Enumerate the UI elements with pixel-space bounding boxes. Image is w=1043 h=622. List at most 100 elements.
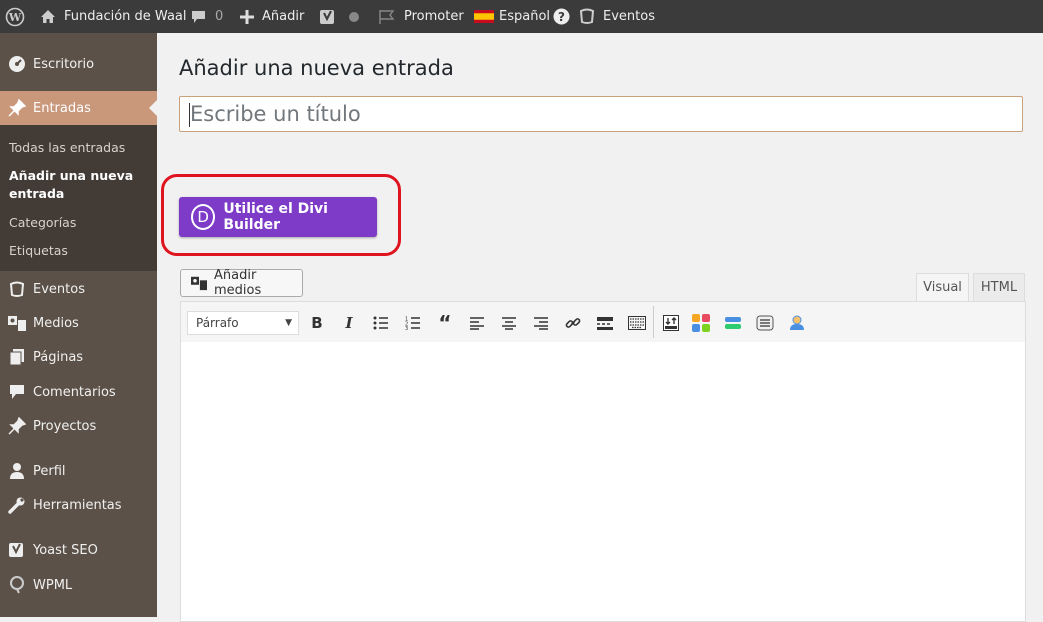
format-select[interactable]: Párrafo ▼ xyxy=(187,311,299,335)
chevron-down-icon: ▼ xyxy=(285,318,292,328)
list-icon[interactable] xyxy=(755,313,775,333)
sidebar-item-label: Escritorio xyxy=(33,56,95,72)
promoter-link[interactable]: Promoter xyxy=(378,0,464,33)
sidebar-item-label: Yoast SEO xyxy=(33,542,98,558)
pin-icon xyxy=(7,98,27,118)
wrench-icon xyxy=(7,495,27,515)
pin-icon xyxy=(7,416,27,436)
post-title-field[interactable] xyxy=(179,96,1023,132)
promoter-label: Promoter xyxy=(404,9,464,24)
sidebar-item-label: Comentarios xyxy=(33,384,116,400)
divi-builder-button[interactable]: D Utilice el Divi Builder xyxy=(179,197,377,237)
bold-icon[interactable]: B xyxy=(307,313,327,333)
link-icon[interactable] xyxy=(563,313,583,333)
align-center-icon[interactable] xyxy=(499,313,519,333)
media-icon xyxy=(190,275,208,291)
sidebar-item-proyectos[interactable]: Proyectos xyxy=(0,409,157,443)
divi-logo-icon: D xyxy=(191,204,216,230)
modules-icon[interactable] xyxy=(691,313,711,333)
plus-icon xyxy=(240,9,254,24)
svg-text:3: 3 xyxy=(405,326,408,330)
add-media-button[interactable]: Añadir medios xyxy=(180,268,303,298)
wordpress-icon[interactable]: W xyxy=(5,0,25,33)
user-icon xyxy=(7,461,27,481)
editor-content-area[interactable] xyxy=(180,342,1026,622)
spain-flag-icon xyxy=(474,10,494,23)
language-switcher[interactable]: Español ? xyxy=(474,0,570,33)
events-icon xyxy=(7,279,27,299)
events-link[interactable]: Eventos xyxy=(578,0,655,33)
bullet-list-icon[interactable] xyxy=(371,313,391,333)
sidebar-item-comentarios[interactable]: Comentarios xyxy=(0,375,157,409)
submenu-item-anadir[interactable]: Añadir una nueva entrada xyxy=(9,167,139,203)
submenu-item-etiquetas[interactable]: Etiquetas xyxy=(9,242,68,260)
comments-count: 0 xyxy=(215,9,224,24)
editor-toolbar: Párrafo ▼ B I 123 “ xyxy=(180,301,1026,343)
tab-visual[interactable]: Visual xyxy=(916,273,969,302)
sidebar-item-wpml[interactable]: WPML xyxy=(0,568,157,602)
tab-html[interactable]: HTML xyxy=(973,273,1025,302)
help-icon[interactable]: ? xyxy=(553,8,570,25)
insert-icon[interactable] xyxy=(661,313,681,333)
sidebar-item-perfil[interactable]: Perfil xyxy=(0,454,157,488)
align-right-icon[interactable] xyxy=(531,313,551,333)
status-dot-icon xyxy=(348,0,360,33)
entradas-submenu: Todas las entradas Añadir una nueva entr… xyxy=(0,125,157,271)
numbered-list-icon[interactable]: 123 xyxy=(403,313,423,333)
sidebar-item-label: Perfil xyxy=(33,463,66,479)
svg-text:?: ? xyxy=(558,10,565,24)
page-scrollbar[interactable] xyxy=(1029,33,1043,617)
add-new-link[interactable]: Añadir xyxy=(240,0,304,33)
sidebar-item-herramientas[interactable]: Herramientas xyxy=(0,488,157,522)
sidebar-item-eventos[interactable]: Eventos xyxy=(0,272,157,306)
comments-link[interactable]: 0 xyxy=(191,0,223,33)
pages-icon xyxy=(7,347,27,367)
dashboard-icon xyxy=(7,54,27,74)
add-new-label: Añadir xyxy=(262,9,305,24)
toolbar-toggle-icon[interactable] xyxy=(627,313,647,333)
admin-sidebar: Escritorio Entradas Todas las entradas A… xyxy=(0,33,157,617)
sidebar-item-label: Entradas xyxy=(33,100,91,116)
sidebar-item-escritorio[interactable]: Escritorio xyxy=(0,47,157,81)
toolbar-separator xyxy=(653,306,654,338)
flag-icon xyxy=(378,9,398,25)
divider-icon[interactable] xyxy=(723,313,743,333)
events-icon xyxy=(578,8,596,25)
svg-text:W: W xyxy=(8,11,22,24)
add-media-label: Añadir medios xyxy=(214,268,262,298)
admin-bar: W Fundación de Waal 0 Añadir Promoter Es… xyxy=(0,0,1043,33)
sidebar-item-entradas[interactable]: Entradas xyxy=(0,91,157,125)
current-menu-arrow xyxy=(149,100,157,116)
sidebar-item-label: Medios xyxy=(33,315,79,331)
italic-icon[interactable]: I xyxy=(339,313,359,333)
submenu-item-todas[interactable]: Todas las entradas xyxy=(9,139,125,157)
sidebar-item-paginas[interactable]: Páginas xyxy=(0,340,157,374)
sidebar-item-label: Herramientas xyxy=(33,497,122,513)
post-title-input[interactable] xyxy=(180,97,1022,131)
format-select-value: Párrafo xyxy=(196,316,239,330)
sidebar-item-label: Páginas xyxy=(33,349,84,365)
align-left-icon[interactable] xyxy=(467,313,487,333)
blockquote-icon[interactable]: “ xyxy=(435,311,455,335)
home-icon xyxy=(40,9,56,24)
sidebar-item-label: Eventos xyxy=(33,281,85,297)
sidebar-item-yoast[interactable]: Yoast SEO xyxy=(0,533,157,567)
language-label: Español xyxy=(499,9,551,24)
site-name-link[interactable]: Fundación de Waal xyxy=(40,0,187,33)
comment-icon xyxy=(7,382,27,402)
sidebar-item-label: Proyectos xyxy=(33,418,97,434)
text-caret xyxy=(189,103,190,127)
divi-builder-label: Utilice el Divi Builder xyxy=(223,201,328,233)
comment-icon xyxy=(191,10,206,24)
sidebar-item-medios[interactable]: Medios xyxy=(0,306,157,340)
media-icon xyxy=(7,313,27,333)
sidebar-item-label: WPML xyxy=(33,577,73,593)
wpml-icon xyxy=(7,575,27,595)
user-icon[interactable] xyxy=(787,313,807,333)
submenu-item-categorias[interactable]: Categorías xyxy=(9,214,76,232)
read-more-icon[interactable] xyxy=(595,313,615,333)
site-name: Fundación de Waal xyxy=(64,9,187,24)
yoast-icon[interactable] xyxy=(319,0,337,33)
yoast-icon xyxy=(7,540,27,560)
page-title: Añadir una nueva entrada xyxy=(179,56,454,80)
